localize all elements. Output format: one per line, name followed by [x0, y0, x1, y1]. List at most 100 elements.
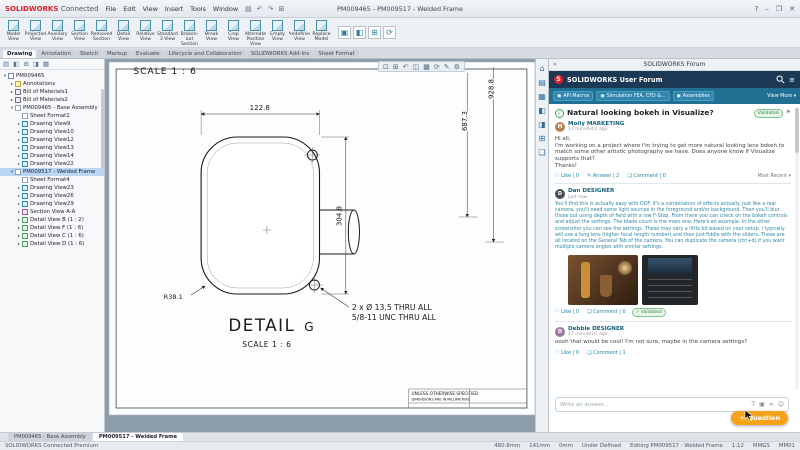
tree-item-drawing-view22[interactable]: ▸Drawing View22	[0, 160, 104, 168]
tree-item-detail-view-c-1-6[interactable]: ▸Detail View C (1 : 6)	[0, 232, 104, 240]
avatar[interactable]: D	[555, 327, 565, 337]
image-icon[interactable]: ▣	[759, 401, 765, 408]
annotation-icon[interactable]: ✎	[444, 63, 450, 71]
sheet-tab-pm009517-welded-frame[interactable]: PM009517 - Welded Frame	[93, 433, 183, 441]
tree-item-bill-of-materials2[interactable]: ▸Bill of Materials2	[0, 96, 104, 104]
ribbon-button-standard-3-view[interactable]: Standard 3 View	[157, 19, 178, 46]
emoji-icon[interactable]: ☺	[778, 401, 784, 408]
comment-button[interactable]: ❏ Comment | 0	[627, 173, 666, 179]
part-outline[interactable]	[201, 137, 319, 294]
configuration-icon[interactable]: ⊞	[23, 60, 28, 68]
tab-annotation[interactable]: Annotation	[37, 50, 75, 58]
save-icon[interactable]: ▤	[245, 5, 252, 13]
ribbon-extra-icon-4[interactable]: ⟳	[383, 26, 396, 39]
like-button[interactable]: ♡ Like | 0	[555, 173, 579, 179]
tab-markup[interactable]: Markup	[103, 50, 131, 58]
answer-button[interactable]: ✎ Answer | 2	[587, 173, 619, 179]
sheet-tab-pm009465-base-assembly[interactable]: PM009465 - Base Assembly	[8, 433, 92, 441]
3dexperience-icon[interactable]: ⌂	[539, 64, 544, 73]
tree-item-drawing-view13[interactable]: ▸Drawing View13	[0, 144, 104, 152]
ribbon-button-break-view[interactable]: Break View	[201, 19, 222, 46]
tree-item-detail-view-f-1-6[interactable]: ▸Detail View F (1 : 6)	[0, 224, 104, 232]
featuremanager-icon[interactable]: ▤	[3, 60, 9, 68]
feature-tree-scrollbar[interactable]	[101, 89, 104, 169]
appearances-icon[interactable]: ◨	[538, 120, 546, 129]
ribbon-button-crop-view[interactable]: Crop View	[223, 19, 244, 46]
propertymanager-icon[interactable]: ◧	[13, 60, 19, 68]
display-pane-icon[interactable]: ▦	[43, 60, 49, 68]
comment-button[interactable]: ❏ Comment | 0	[587, 309, 626, 315]
comment-button[interactable]: ❏ Comment | 1	[587, 350, 626, 356]
dim-mid-label[interactable]: 687.3	[460, 111, 469, 131]
tree-item-detail-view-d-1-6[interactable]: ▸Detail View D (1 : 6)	[0, 240, 104, 248]
radius-label[interactable]: R38.1	[164, 293, 183, 301]
tree-item-drawing-view9[interactable]: ▸Drawing View9	[0, 120, 104, 128]
tab-evaluate[interactable]: Evaluate	[132, 50, 164, 58]
redo-icon[interactable]: ↷	[268, 5, 274, 13]
like-button[interactable]: ♡ Like | 0	[555, 350, 579, 356]
ribbon-button-section-view[interactable]: Section View	[69, 19, 90, 46]
attachment-render-image[interactable]	[568, 255, 638, 305]
tree-item-pm009465-base-assembly[interactable]: ▾PM009465 - Base Assembly	[0, 104, 104, 112]
detail-letter[interactable]: G	[304, 320, 313, 334]
tree-item-sheet-format2[interactable]: Sheet Format2	[0, 112, 104, 120]
tree-item-drawing-view29[interactable]: ▸Drawing View29	[0, 200, 104, 208]
menu-edit[interactable]: Edit	[123, 5, 135, 13]
menu-icon[interactable]: ≡	[789, 76, 795, 84]
tree-item-drawing-view12[interactable]: ▸Drawing View12	[0, 136, 104, 144]
forum-nav-assemblies[interactable]: ▣Assemblies	[673, 91, 714, 101]
tab-sketch[interactable]: Sketch	[76, 50, 102, 58]
dim-height-label[interactable]: 304.8	[335, 206, 344, 226]
ribbon-button-broken-out-section[interactable]: Broken-out Section	[179, 19, 200, 46]
forum-icon[interactable]: ❏	[538, 148, 545, 157]
forum-scrollbar[interactable]	[795, 107, 799, 390]
like-button[interactable]: ♡ Like | 0	[555, 309, 579, 315]
dimxpert-icon[interactable]: ◨	[33, 60, 39, 68]
ribbon-button-removed-section[interactable]: Removed Section	[91, 19, 112, 46]
ribbon-button-model-view[interactable]: Model View	[3, 19, 24, 46]
zoom-area-icon[interactable]: ⊞	[393, 63, 399, 71]
ribbon-button-alternate-position-view[interactable]: Alternate Position View	[245, 19, 266, 46]
options-icon[interactable]: ⚙	[454, 63, 460, 71]
tab-drawing[interactable]: Drawing	[3, 50, 36, 58]
ribbon-button-projected-view[interactable]: Projected View	[25, 19, 46, 46]
forum-nav-simulation-fea-cfd[interactable]: ▣Simulation FEA, CFD &...	[596, 91, 669, 101]
ribbon-button-empty-view[interactable]: Empty View	[267, 19, 288, 46]
tree-item-sheet-format4[interactable]: Sheet Format4	[0, 176, 104, 184]
tree-item-drawing-view14[interactable]: ▸Drawing View14	[0, 152, 104, 160]
text-format-icon[interactable]: T	[751, 401, 755, 408]
avatar[interactable]: M	[555, 122, 565, 132]
tree-item-annotations[interactable]: ▸Annotations	[0, 80, 104, 88]
tab-lifecycle-and-collaboration[interactable]: Lifecycle and Collaboration	[165, 50, 246, 58]
options-icon[interactable]: ⊞	[278, 5, 284, 13]
tree-item-drawing-view26[interactable]: ▸Drawing View26	[0, 192, 104, 200]
undo-icon[interactable]: ↶	[257, 5, 263, 13]
tree-item-drawing-view10[interactable]: ▸Drawing View10	[0, 128, 104, 136]
attachment-settings-screenshot[interactable]	[642, 255, 698, 305]
zoom-fit-icon[interactable]: ⊡	[383, 63, 389, 71]
menu-window[interactable]: Window	[213, 5, 238, 13]
bookmark-icon[interactable]: ⚑	[786, 109, 791, 116]
question-title[interactable]: Natural looking bokeh in Visualize?	[567, 109, 751, 118]
tab-sheet-format[interactable]: Sheet Format	[314, 50, 358, 58]
custom-properties-icon[interactable]: ⊞	[539, 134, 546, 143]
hole-note-line1[interactable]: 2 x Ø 13.5 THRU ALL	[352, 303, 433, 312]
ribbon-button-detail-view[interactable]: Detail View	[113, 19, 134, 46]
minimize-icon[interactable]: –	[765, 5, 769, 13]
dim-width-label[interactable]: 122.8	[250, 103, 270, 112]
ribbon-button-auxiliary-view[interactable]: Auxiliary View	[47, 19, 68, 46]
menu-view[interactable]: View	[143, 5, 158, 13]
design-library-icon[interactable]: ▤	[538, 78, 546, 87]
menu-tools[interactable]: Tools	[190, 5, 206, 13]
sort-dropdown[interactable]: Most Recent ▾	[758, 174, 792, 179]
ribbon-button-predefined-view[interactable]: Predefined View	[289, 19, 310, 46]
tree-item-bill-of-materials1[interactable]: ▸Bill of Materials1	[0, 88, 104, 96]
view-palette-icon[interactable]: ◧	[538, 106, 546, 115]
menu-insert[interactable]: Insert	[165, 5, 183, 13]
previous-view-icon[interactable]: ↶	[403, 63, 409, 71]
rotate-view-icon[interactable]: ⟳	[434, 63, 440, 71]
hole-note-line2[interactable]: 5/8-11 UNC THRU ALL	[352, 313, 437, 322]
forum-nav-api-macros[interactable]: ▣API Macros	[553, 91, 593, 101]
ribbon-extra-icon-1[interactable]: ▣	[338, 26, 351, 39]
ribbon-extra-icon-2[interactable]: ◧	[353, 26, 366, 39]
